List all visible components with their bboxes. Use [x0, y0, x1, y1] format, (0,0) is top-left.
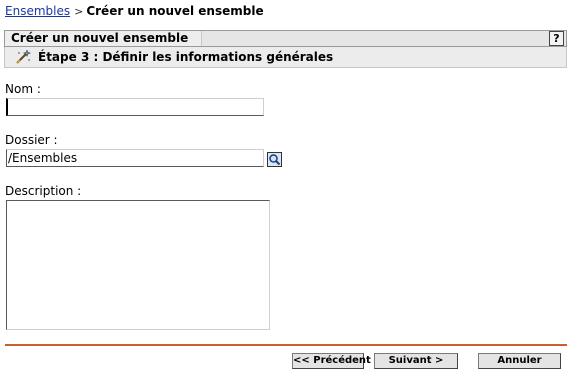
step-title: Étape 3 : Définir les informations génér… [38, 50, 334, 64]
name-label: Nom : [5, 82, 41, 96]
step-bar: Étape 3 : Définir les informations génér… [4, 47, 567, 68]
folder-label: Dossier : [5, 133, 58, 147]
help-button[interactable]: ? [549, 31, 564, 46]
name-field[interactable] [6, 98, 264, 116]
next-button[interactable]: Suivant > [374, 353, 458, 369]
breadcrumb-link-ensembles[interactable]: Ensembles [5, 4, 70, 18]
panel-header: Créer un nouvel ensemble ? [4, 30, 567, 47]
previous-button[interactable]: << Précédent [292, 353, 371, 369]
magnifier-icon [269, 154, 281, 166]
panel-title: Créer un nouvel ensemble [5, 31, 202, 46]
breadcrumb: Ensembles > Créer un nouvel ensemble [5, 4, 264, 18]
folder-field[interactable] [6, 149, 264, 167]
description-label: Description : [5, 184, 82, 198]
browse-folder-button[interactable] [267, 152, 282, 167]
description-textarea[interactable] [6, 200, 270, 330]
wand-icon [14, 49, 32, 65]
cancel-button[interactable]: Annuler [478, 353, 561, 369]
footer-divider [5, 344, 567, 346]
breadcrumb-current: Créer un nouvel ensemble [86, 4, 264, 18]
breadcrumb-separator: > [74, 5, 84, 18]
